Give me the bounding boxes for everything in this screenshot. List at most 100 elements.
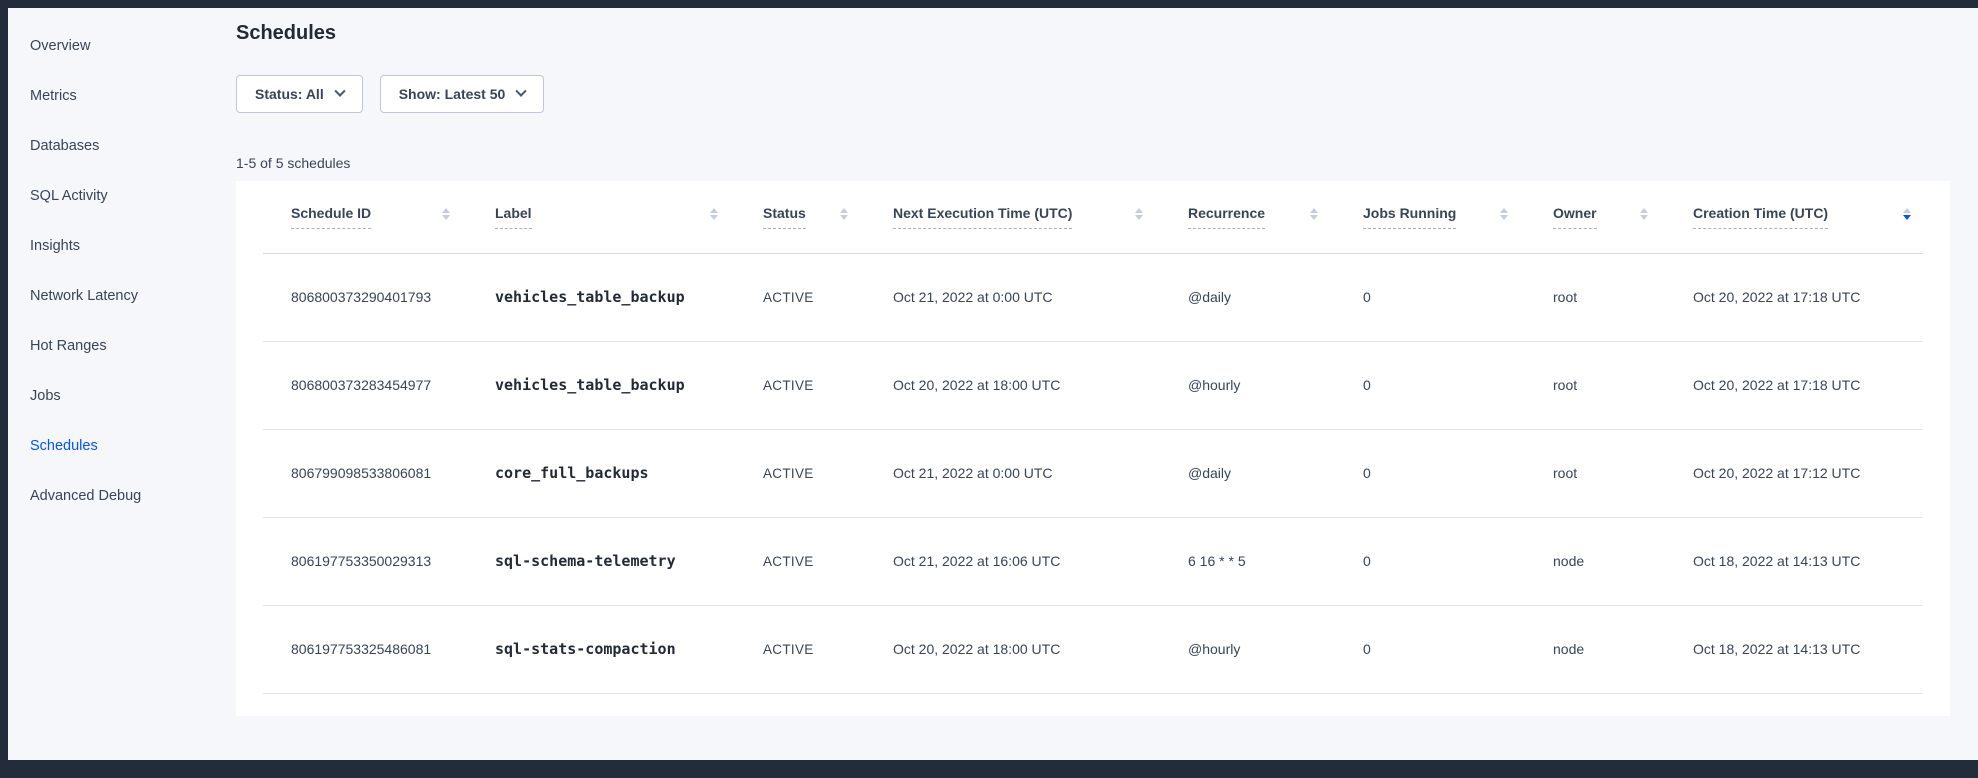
jobs-running-cell: 0 <box>1363 253 1553 341</box>
chevron-down-icon <box>334 86 345 97</box>
sidebar-item[interactable]: Advanced Debug <box>8 471 236 521</box>
next-execution-cell: Oct 21, 2022 at 0:00 UTC <box>893 253 1188 341</box>
page-title: Schedules <box>236 22 1950 45</box>
next-execution-cell: Oct 21, 2022 at 0:00 UTC <box>893 429 1188 517</box>
table-row: 806800373283454977 vehicles_table_backup… <box>263 341 1923 429</box>
schedule-id-cell: 806197753325486081 <box>263 605 495 693</box>
owner-cell: root <box>1553 341 1693 429</box>
owner-cell: node <box>1553 517 1693 605</box>
column-header[interactable]: Recurrence <box>1188 181 1363 253</box>
sidebar-item[interactable]: Metrics <box>8 71 236 121</box>
status-cell: ACTIVE <box>763 253 893 341</box>
sort-asc-arrow-icon <box>1135 208 1143 213</box>
results-count: 1-5 of 5 schedules <box>236 155 1950 171</box>
sidebar-item[interactable]: Overview <box>8 21 236 71</box>
sidebar-item-label: Metrics <box>30 88 77 104</box>
owner-cell: root <box>1553 429 1693 517</box>
sort-icon[interactable] <box>1640 208 1648 220</box>
column-header-label: Jobs Running <box>1363 205 1456 229</box>
sort-icon[interactable] <box>442 208 450 220</box>
sort-asc-arrow-icon <box>442 208 450 213</box>
column-header-label: Next Execution Time (UTC) <box>893 205 1072 229</box>
table-row: 806197753350029313 sql-schema-telemetry … <box>263 517 1923 605</box>
sidebar-item-label: Advanced Debug <box>30 488 141 504</box>
creation-time-cell: Oct 18, 2022 at 14:13 UTC <box>1693 605 1923 693</box>
column-header[interactable]: Owner <box>1553 181 1693 253</box>
sort-desc-arrow-icon <box>1310 215 1318 220</box>
status-cell: ACTIVE <box>763 341 893 429</box>
label-cell: sql-schema-telemetry <box>495 517 763 605</box>
table-header-row: Schedule ID Label Status Next Execu <box>263 181 1923 253</box>
status-cell: ACTIVE <box>763 517 893 605</box>
schedule-id-cell: 806197753350029313 <box>263 517 495 605</box>
column-header[interactable]: Jobs Running <box>1363 181 1553 253</box>
owner-cell: root <box>1553 253 1693 341</box>
column-header[interactable]: Status <box>763 181 893 253</box>
sidebar-item[interactable]: Databases <box>8 121 236 171</box>
recurrence-cell: @daily <box>1188 429 1363 517</box>
creation-time-cell: Oct 20, 2022 at 17:18 UTC <box>1693 341 1923 429</box>
jobs-running-cell: 0 <box>1363 429 1553 517</box>
sort-desc-arrow-icon <box>442 215 450 220</box>
table-row: 806800373290401793 vehicles_table_backup… <box>263 253 1923 341</box>
label-cell: vehicles_table_backup <box>495 341 763 429</box>
sort-icon[interactable] <box>1500 208 1508 220</box>
column-header-label: Schedule ID <box>291 205 371 229</box>
table-body: 806800373290401793 vehicles_table_backup… <box>263 253 1923 693</box>
sidebar-item-label: Jobs <box>30 388 61 404</box>
sidebar-item[interactable]: Jobs <box>8 371 236 421</box>
schedule-id-cell: 806800373290401793 <box>263 253 495 341</box>
sidebar-item[interactable]: Hot Ranges <box>8 321 236 371</box>
sidebar-nav-list: Overview Metrics Databases SQL Activity … <box>8 21 236 521</box>
sidebar-item[interactable]: Schedules <box>8 421 236 471</box>
sort-asc-arrow-icon <box>1903 208 1911 213</box>
sort-icon[interactable] <box>1135 208 1143 220</box>
sort-desc-arrow-icon <box>1500 215 1508 220</box>
sort-icon[interactable] <box>840 208 848 220</box>
filter-dropdown[interactable]: Status: All <box>236 75 363 113</box>
column-header-label: Creation Time (UTC) <box>1693 205 1828 229</box>
filter-dropdown-label: Status: All <box>255 86 324 102</box>
label-cell: sql-stats-compaction <box>495 605 763 693</box>
next-execution-cell: Oct 20, 2022 at 18:00 UTC <box>893 605 1188 693</box>
sidebar-item[interactable]: SQL Activity <box>8 171 236 221</box>
status-cell: ACTIVE <box>763 429 893 517</box>
sidebar-item[interactable]: Network Latency <box>8 271 236 321</box>
recurrence-cell: @daily <box>1188 253 1363 341</box>
next-execution-cell: Oct 21, 2022 at 16:06 UTC <box>893 517 1188 605</box>
chevron-down-icon <box>516 86 527 97</box>
sidebar-item-label: Hot Ranges <box>30 338 107 354</box>
sort-asc-arrow-icon <box>1310 208 1318 213</box>
column-header-label: Owner <box>1553 205 1597 229</box>
sort-asc-arrow-icon <box>1500 208 1508 213</box>
label-cell: vehicles_table_backup <box>495 253 763 341</box>
column-header[interactable]: Creation Time (UTC) <box>1693 181 1923 253</box>
jobs-running-cell: 0 <box>1363 517 1553 605</box>
table-row: 806197753325486081 sql-stats-compaction … <box>263 605 1923 693</box>
sort-icon[interactable] <box>1310 208 1318 220</box>
sort-desc-arrow-icon <box>840 215 848 220</box>
filter-dropdown-label: Show: Latest 50 <box>399 86 506 102</box>
sidebar: Overview Metrics Databases SQL Activity … <box>8 8 236 760</box>
schedules-table: Schedule ID Label Status Next Execu <box>263 181 1923 694</box>
sidebar-item-label: Schedules <box>30 438 98 454</box>
column-header-label: Status <box>763 205 806 229</box>
column-header[interactable]: Label <box>495 181 763 253</box>
jobs-running-cell: 0 <box>1363 605 1553 693</box>
creation-time-cell: Oct 20, 2022 at 17:18 UTC <box>1693 253 1923 341</box>
sort-icon[interactable] <box>1903 208 1911 220</box>
sort-icon[interactable] <box>710 208 718 220</box>
sidebar-item-label: Network Latency <box>30 288 138 304</box>
filter-dropdown[interactable]: Show: Latest 50 <box>380 75 545 113</box>
main-content: Schedules Status: All Show: Latest 50 1-… <box>236 22 1950 716</box>
sidebar-item-label: Databases <box>30 138 99 154</box>
schedule-id-cell: 806799098533806081 <box>263 429 495 517</box>
recurrence-cell: @hourly <box>1188 605 1363 693</box>
sidebar-item[interactable]: Insights <box>8 221 236 271</box>
column-header-label: Label <box>495 205 532 229</box>
table-row: 806799098533806081 core_full_backups ACT… <box>263 429 1923 517</box>
column-header[interactable]: Next Execution Time (UTC) <box>893 181 1188 253</box>
column-header[interactable]: Schedule ID <box>263 181 495 253</box>
jobs-running-cell: 0 <box>1363 341 1553 429</box>
sidebar-item-label: Insights <box>30 238 80 254</box>
